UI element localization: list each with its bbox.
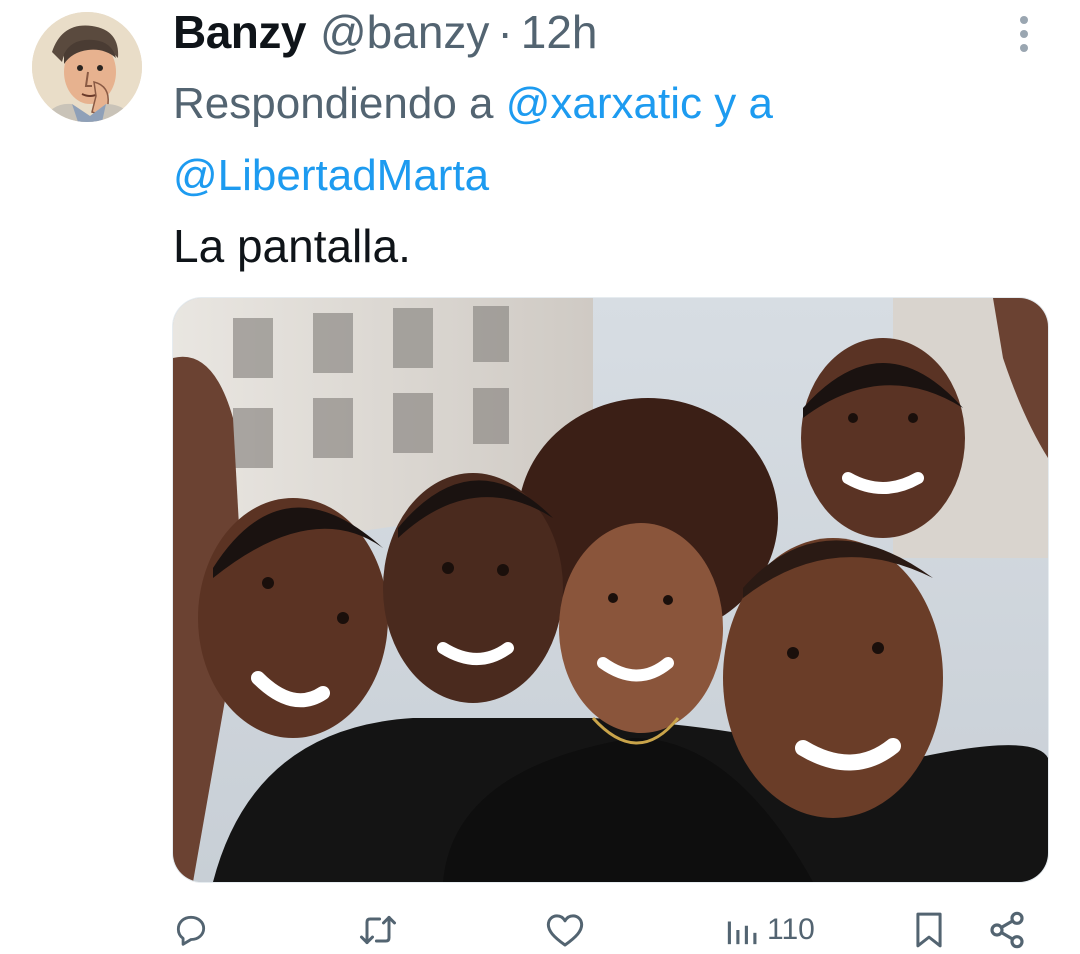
replying-prefix: Respondiendo a: [173, 79, 494, 128]
more-dot: [1020, 16, 1028, 24]
reply-icon[interactable]: [172, 905, 210, 954]
views-button[interactable]: 110: [725, 905, 815, 954]
display-name[interactable]: Banzy: [173, 2, 306, 62]
retweet-icon[interactable]: [356, 905, 400, 954]
bookmark-icon[interactable]: [912, 905, 946, 954]
tweet-header: Banzy @banzy · 12h: [173, 2, 598, 62]
separator-dot: ·: [497, 6, 513, 58]
replying-connector[interactable]: y a: [714, 79, 773, 128]
mention-link[interactable]: @LibertadMarta: [173, 151, 489, 200]
share-icon[interactable]: [987, 905, 1027, 954]
views-count: 110: [767, 913, 815, 946]
heart-icon[interactable]: [545, 905, 585, 954]
more-options-icon[interactable]: [1008, 12, 1040, 56]
more-dot: [1020, 44, 1028, 52]
tweet-actions: 110: [172, 905, 1032, 954]
tweet-text: La pantalla.: [173, 220, 411, 272]
tweet-photo[interactable]: [172, 297, 1049, 883]
replying-to: Respondiendo a @xarxatic y a @LibertadMa…: [173, 68, 1033, 212]
tweet: Banzy @banzy · 12h Respondiendo a @xarxa…: [0, 0, 1080, 954]
avatar[interactable]: [32, 12, 142, 122]
timestamp[interactable]: 12h: [521, 2, 598, 62]
user-handle[interactable]: @banzy: [320, 2, 489, 62]
more-dot: [1020, 30, 1028, 38]
group-selfie-image: [173, 298, 1048, 882]
avatar-caricature-image: [32, 12, 142, 122]
views-icon: [727, 921, 757, 945]
mention-link[interactable]: @xarxatic: [506, 79, 702, 128]
